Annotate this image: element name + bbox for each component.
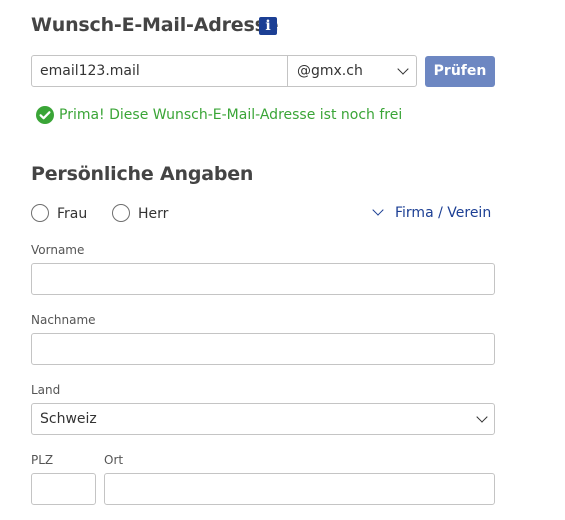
chevron-down-icon [476, 411, 488, 423]
zip-label: PLZ [31, 453, 54, 467]
chevron-down-icon [372, 204, 384, 216]
availability-message: Prima! Diese Wunsch-E-Mail-Adresse ist n… [59, 107, 403, 123]
city-label: Ort [104, 453, 124, 467]
first-name-field[interactable] [31, 263, 495, 295]
email-input[interactable] [32, 56, 288, 86]
check-button[interactable]: Prüfen [425, 56, 495, 87]
chevron-down-icon [397, 63, 409, 75]
domain-select[interactable]: @gmx.ch [288, 56, 416, 86]
info-icon[interactable]: i [259, 17, 277, 35]
personal-section-title: Persönliche Angaben [31, 163, 254, 185]
email-section-title: Wunsch-E-Mail-Adresse [31, 14, 279, 36]
city-field[interactable] [104, 473, 495, 505]
email-input-group: @gmx.ch [31, 55, 417, 87]
company-link-label: Firma / Verein [395, 205, 492, 221]
country-select[interactable]: Schweiz [31, 403, 495, 435]
last-name-field[interactable] [31, 333, 495, 365]
radio-herr[interactable] [112, 204, 130, 222]
radio-herr-label: Herr [138, 206, 169, 222]
company-toggle-link[interactable]: Firma / Verein [370, 204, 491, 222]
country-select-value: Schweiz [40, 411, 97, 427]
last-name-label: Nachname [31, 313, 96, 327]
check-circle-icon [36, 106, 54, 124]
first-name-label: Vorname [31, 243, 85, 257]
country-label: Land [31, 383, 61, 397]
radio-frau[interactable] [31, 204, 49, 222]
zip-field[interactable] [31, 473, 96, 505]
domain-select-value: @gmx.ch [297, 63, 363, 79]
radio-frau-label: Frau [57, 206, 88, 222]
